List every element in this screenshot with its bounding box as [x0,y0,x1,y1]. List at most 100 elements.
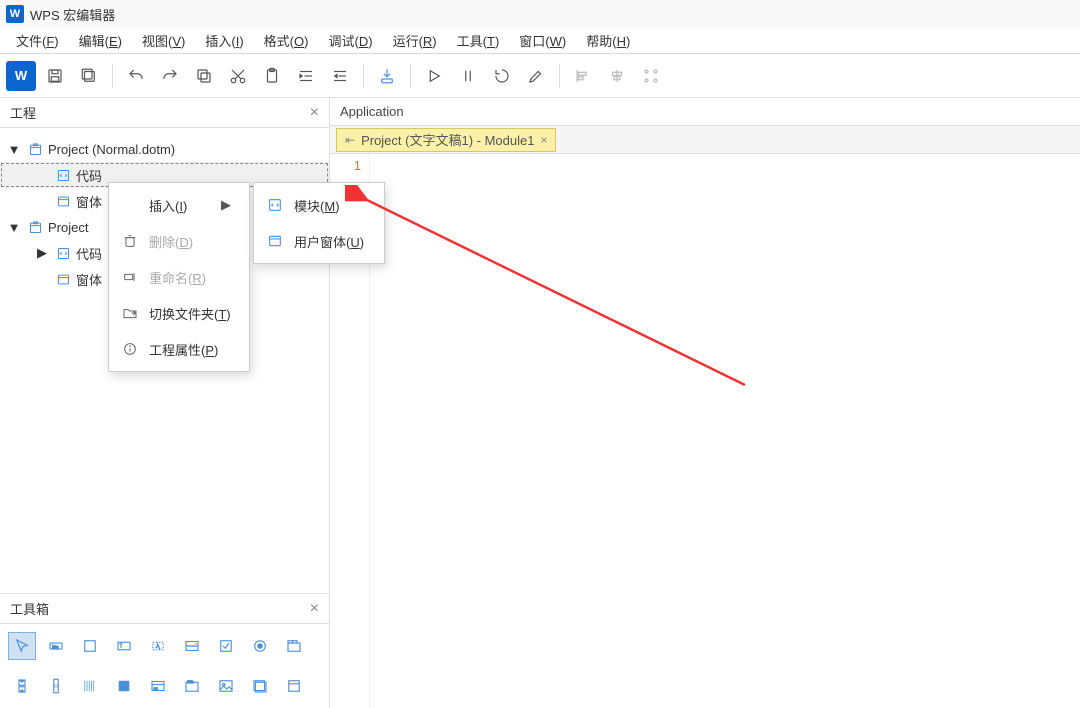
svg-text:12: 12 [154,687,158,691]
menu-v[interactable]: 视图(V) [132,28,195,53]
pause-icon[interactable] [453,61,483,91]
close-icon[interactable]: × [310,104,319,122]
toolbox-scroll[interactable] [42,672,70,700]
form-icon [54,271,72,287]
align-left-icon[interactable] [568,61,598,91]
trash-icon [121,232,139,250]
menu-item-label: 切换文件夹(T) [149,304,231,323]
menu-item-t[interactable]: 切换文件夹(T) [109,295,249,331]
svg-text:btn: btn [52,644,59,649]
reset-icon[interactable] [487,61,517,91]
menu-item-p[interactable]: 工程属性(P) [109,331,249,367]
separator [410,64,411,88]
toolbox-lines[interactable] [76,672,104,700]
menu-r[interactable]: 运行(R) [383,28,447,53]
menu-o[interactable]: 格式(O) [254,28,319,53]
toolbox-multipage[interactable] [246,672,274,700]
info-icon [121,340,139,358]
tree-label: 代码 [76,166,102,185]
save-icon[interactable] [40,61,70,91]
step-into-icon[interactable] [372,61,402,91]
menu-item-label: 删除(D) [149,232,231,251]
context-submenu[interactable]: 模块(M) 用户窗体(U) [253,182,385,264]
menu-h[interactable]: 帮助(H) [576,28,640,53]
toolbox-combo[interactable] [178,632,206,660]
object-dropdown[interactable]: Application [330,98,1080,126]
toolbox-group[interactable]: btn [178,672,206,700]
menu-item-d: 删除(D) [109,223,249,259]
menu-item-i[interactable]: 插入(I)▶ [109,187,249,223]
toolbox-block[interactable] [110,672,138,700]
menu-item-label: 工程属性(P) [149,340,231,359]
run-icon[interactable] [419,61,449,91]
undo-icon[interactable] [121,61,151,91]
toolbox-pointer[interactable] [8,632,36,660]
editor-column: Application ⇤ Project (文字文稿1) - Module1 … [330,98,1080,708]
tree-twist-icon[interactable]: ▼ [6,220,22,235]
menu-item-label: 用户窗体(U) [294,232,366,251]
tree-twist-icon[interactable]: ▶ [34,245,50,261]
menu-t[interactable]: 工具(T) [447,28,510,53]
separator [112,64,113,88]
cut-icon[interactable] [223,61,253,91]
app-button[interactable]: W [6,61,36,91]
design-mode-icon[interactable] [521,61,551,91]
distribute-icon[interactable] [636,61,666,91]
menu-f[interactable]: 文件(F) [6,28,69,53]
close-tab-icon[interactable]: × [540,133,547,147]
blank-icon [121,196,139,214]
menu-e[interactable]: 编辑(E) [69,28,132,53]
toolbox-textbox[interactable] [110,632,138,660]
toolbox-tabstrip[interactable] [280,632,308,660]
toolbox-frame[interactable] [76,632,104,660]
rename-icon [121,268,139,286]
object-value: Application [340,104,404,119]
toolbox-checkbox[interactable] [212,632,240,660]
menu-item-r: 重命名(R) [109,259,249,295]
toolbar: W [0,54,1080,98]
tree-label: 窗体 [76,192,102,211]
app-title: WPS 宏编辑器 [30,5,115,24]
paste-icon[interactable] [257,61,287,91]
title-bar: W WPS 宏编辑器 [0,0,1080,28]
close-icon[interactable]: × [310,600,319,618]
code-body[interactable] [370,154,1080,708]
folder-icon [121,304,139,322]
tree-node[interactable]: ▼Project (Normal.dotm) [0,136,329,162]
toolbox-spin[interactable] [8,672,36,700]
menu-item-m[interactable]: 模块(M) [254,187,384,223]
menu-item-u[interactable]: 用户窗体(U) [254,223,384,259]
menu-item-label: 模块(M) [294,196,366,215]
context-menu[interactable]: 插入(I)▶ 删除(D) 重命名(R) 切换文件夹(T) 工程属性(P) [108,182,250,372]
svg-text:A: A [156,644,160,650]
toolbox-button[interactable]: btn [42,632,70,660]
code-icon [54,167,72,183]
pin-icon[interactable]: ⇤ [345,133,355,147]
save-all-icon[interactable] [74,61,104,91]
svg-text:btn: btn [188,680,193,684]
toolbox-toggle[interactable] [280,672,308,700]
code-icon [54,245,72,261]
indent-icon[interactable] [291,61,321,91]
separator [363,64,364,88]
toolbox-label[interactable]: A [144,632,172,660]
align-center-icon[interactable] [602,61,632,91]
menu-d[interactable]: 调试(D) [318,28,382,53]
toolbox-panel-header: 工具箱 × [0,594,329,624]
toolbox-option[interactable] [246,632,274,660]
toolbox-multi[interactable]: 12 [144,672,172,700]
toolbox-image[interactable] [212,672,240,700]
tree-label: Project [48,220,88,235]
menu-i[interactable]: 插入(I) [195,28,253,53]
form-icon [54,193,72,209]
proj-icon [26,219,44,235]
copy-icon[interactable] [189,61,219,91]
redo-icon[interactable] [155,61,185,91]
proj-icon [26,141,44,157]
app-icon: W [6,5,24,23]
editor-tab[interactable]: ⇤ Project (文字文稿1) - Module1 × [336,128,556,152]
outdent-icon[interactable] [325,61,355,91]
menu-w[interactable]: 窗口(W) [509,28,576,53]
tree-twist-icon[interactable]: ▼ [6,142,22,157]
code-editor[interactable]: 1 [330,154,1080,708]
